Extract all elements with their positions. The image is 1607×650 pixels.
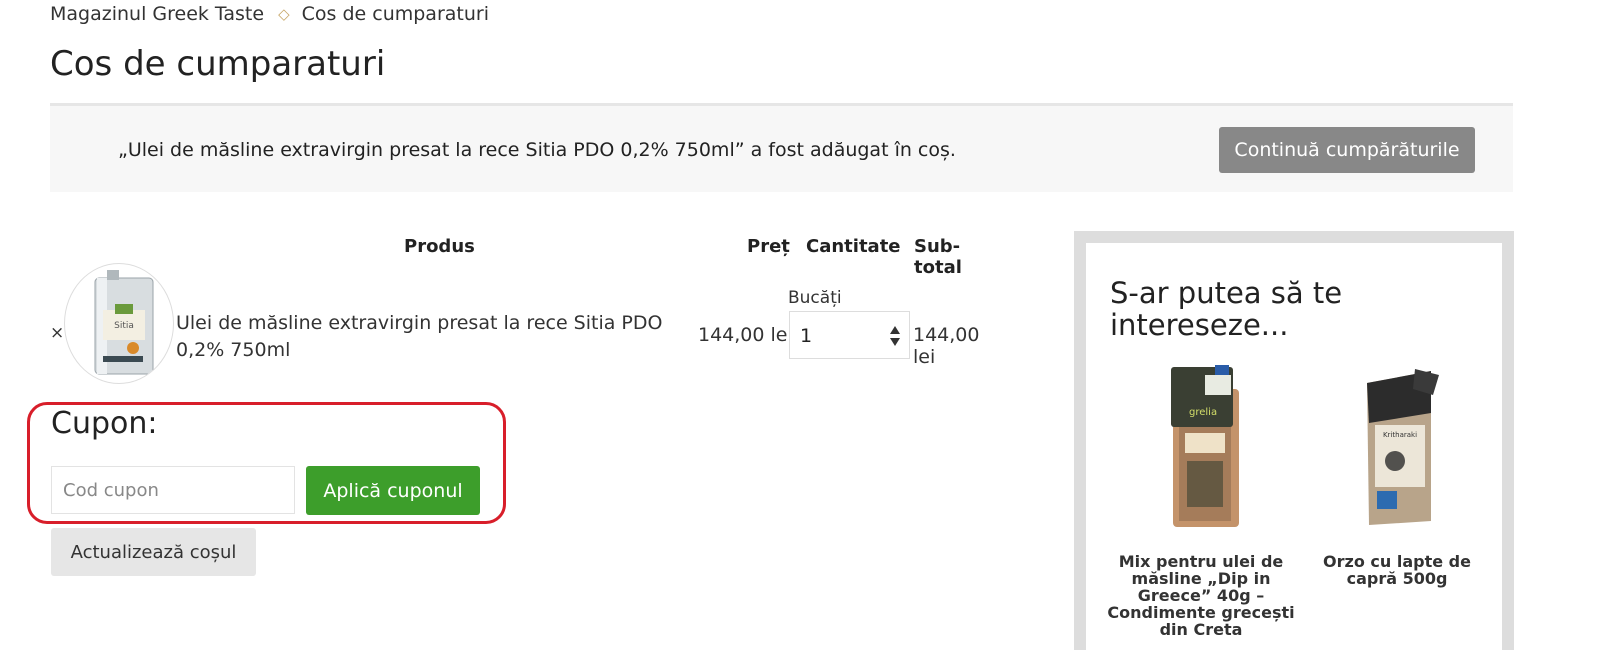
spinner-arrows-icon[interactable]: [889, 325, 901, 347]
related-product[interactable]: Kritharaki Orzo cu lapte de capră 500g: [1302, 361, 1492, 587]
related-product[interactable]: grelia Mix pentru ulei de măsline „Dip i…: [1106, 361, 1296, 638]
breadcrumb-current: Cos de cumparaturi: [301, 3, 489, 25]
svg-text:Kritharaki: Kritharaki: [1383, 431, 1417, 439]
product-subtotal: 144,00 lei: [913, 324, 980, 368]
diamond-separator-icon: ◇: [278, 5, 290, 23]
product-image[interactable]: Kritharaki: [1347, 361, 1447, 531]
svg-text:Sitia: Sitia: [114, 321, 134, 331]
quantity-stepper[interactable]: 1: [789, 311, 910, 359]
remove-item-icon[interactable]: ×: [50, 323, 64, 343]
product-thumbnail[interactable]: Sitia: [64, 263, 174, 384]
product-image[interactable]: grelia: [1151, 361, 1251, 531]
header-product: Produs: [404, 236, 475, 257]
related-product-name[interactable]: Orzo cu lapte de capră 500g: [1302, 553, 1492, 587]
related-product-name[interactable]: Mix pentru ulei de măsline „Dip in Greec…: [1106, 553, 1296, 638]
breadcrumb-home-link[interactable]: Magazinul Greek Taste: [50, 3, 264, 25]
coupon-title: Cupon:: [51, 406, 158, 441]
related-products-sidebar: S-ar putea să te intereseze... grelia Mi…: [1074, 231, 1514, 650]
sidebar-title: S-ar putea să te intereseze...: [1110, 276, 1343, 342]
apply-coupon-button[interactable]: Aplică cuponul: [306, 466, 480, 515]
svg-text:grelia: grelia: [1189, 407, 1217, 418]
product-name-link[interactable]: Ulei de măsline extravirgin presat la re…: [176, 310, 696, 364]
page-title: Cos de cumparaturi: [50, 44, 386, 84]
quantity-unit-label: Bucăți: [788, 288, 842, 308]
cart-notice: „Ulei de măsline extravirgin presat la r…: [50, 103, 1513, 192]
breadcrumb: Magazinul Greek Taste ◇ Cos de cumparatu…: [50, 3, 489, 25]
continue-shopping-button[interactable]: Continuă cumpărăturile: [1219, 127, 1475, 173]
header-quantity: Cantitate: [806, 236, 901, 257]
update-cart-button[interactable]: Actualizează coșul: [51, 528, 256, 576]
product-price: 144,00 lei: [698, 324, 793, 346]
sidebar-panel: S-ar putea să te intereseze... grelia Mi…: [1086, 243, 1502, 650]
quantity-value: 1: [800, 325, 813, 347]
header-price: Preț: [747, 236, 790, 257]
notice-message: „Ulei de măsline extravirgin presat la r…: [118, 139, 956, 161]
header-subtotal: Sub-total: [914, 236, 962, 278]
coupon-code-input[interactable]: [51, 466, 295, 514]
